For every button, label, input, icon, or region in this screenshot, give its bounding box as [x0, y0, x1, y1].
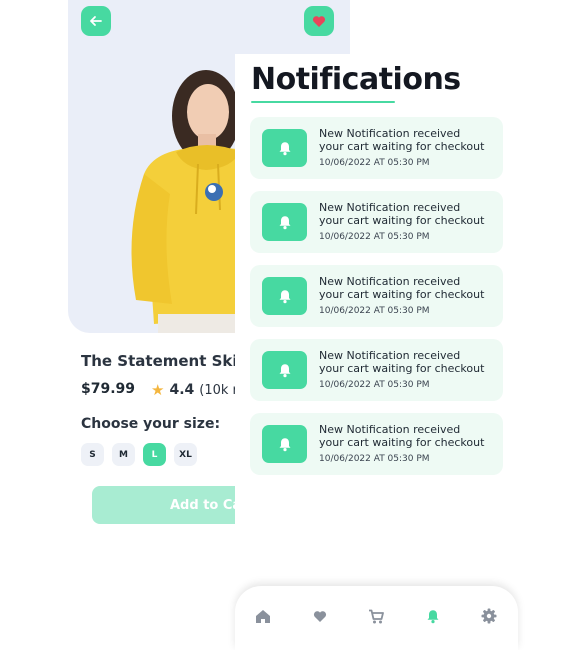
notification-body: your cart waiting for checkout	[319, 362, 485, 375]
notification-item[interactable]: New Notification received your cart wait…	[250, 413, 503, 475]
size-heading: Choose your size:	[81, 416, 221, 432]
heart-icon	[313, 610, 327, 622]
notification-time: 10/06/2022 AT 05:30 PM	[319, 306, 430, 316]
notification-time: 10/06/2022 AT 05:30 PM	[319, 158, 430, 168]
notification-time: 10/06/2022 AT 05:30 PM	[319, 380, 430, 390]
size-selector: S M L XL	[81, 443, 197, 466]
notification-bell-tile	[262, 129, 307, 167]
home-icon	[256, 609, 270, 623]
page-title: Notifications	[251, 62, 461, 97]
notification-body: your cart waiting for checkout	[319, 288, 485, 301]
notification-heading: New Notification received	[319, 349, 461, 362]
bell-icon	[427, 609, 439, 623]
star-icon: ★	[151, 381, 165, 399]
notifications-panel: Notifications New Notification received …	[235, 54, 518, 650]
notification-bell-tile	[262, 425, 307, 463]
size-option-l[interactable]: L	[143, 443, 166, 466]
notification-heading: New Notification received	[319, 201, 461, 214]
gear-icon	[481, 608, 497, 624]
favorite-button[interactable]	[304, 6, 334, 36]
notification-bell-tile	[262, 277, 307, 315]
arrow-left-icon	[90, 16, 102, 26]
size-option-s[interactable]: S	[81, 443, 104, 466]
bottom-nav	[235, 586, 518, 650]
product-price: $79.99	[81, 381, 136, 397]
notification-time: 10/06/2022 AT 05:30 PM	[319, 454, 430, 464]
back-button[interactable]	[81, 6, 111, 36]
notification-heading: New Notification received	[319, 275, 461, 288]
bell-icon	[279, 141, 290, 155]
notification-item[interactable]: New Notification received your cart wait…	[250, 191, 503, 253]
nav-cart[interactable]	[366, 606, 386, 626]
size-option-m[interactable]: M	[112, 443, 135, 466]
notification-body: your cart waiting for checkout	[319, 140, 485, 153]
notification-time: 10/06/2022 AT 05:30 PM	[319, 232, 430, 242]
bell-icon	[279, 289, 290, 303]
nav-favorites[interactable]	[310, 606, 330, 626]
notification-item[interactable]: New Notification received your cart wait…	[250, 339, 503, 401]
rating-score: 4.4	[169, 382, 195, 398]
notification-item[interactable]: New Notification received your cart wait…	[250, 265, 503, 327]
cart-icon	[369, 609, 384, 623]
bell-icon	[279, 437, 290, 451]
notification-heading: New Notification received	[319, 423, 461, 436]
nav-settings[interactable]	[479, 606, 499, 626]
size-option-xl[interactable]: XL	[174, 443, 197, 466]
notification-heading: New Notification received	[319, 127, 461, 140]
nav-home[interactable]	[253, 606, 273, 626]
notification-bell-tile	[262, 351, 307, 389]
heart-icon	[312, 15, 326, 27]
notification-body: your cart waiting for checkout	[319, 214, 485, 227]
nav-notifications[interactable]	[423, 606, 443, 626]
notification-body: your cart waiting for checkout	[319, 436, 485, 449]
notification-bell-tile	[262, 203, 307, 241]
bell-icon	[279, 363, 290, 377]
title-underline	[251, 101, 395, 103]
product-title: The Statement Skirt	[81, 352, 253, 370]
bell-icon	[279, 215, 290, 229]
notification-item[interactable]: New Notification received your cart wait…	[250, 117, 503, 179]
